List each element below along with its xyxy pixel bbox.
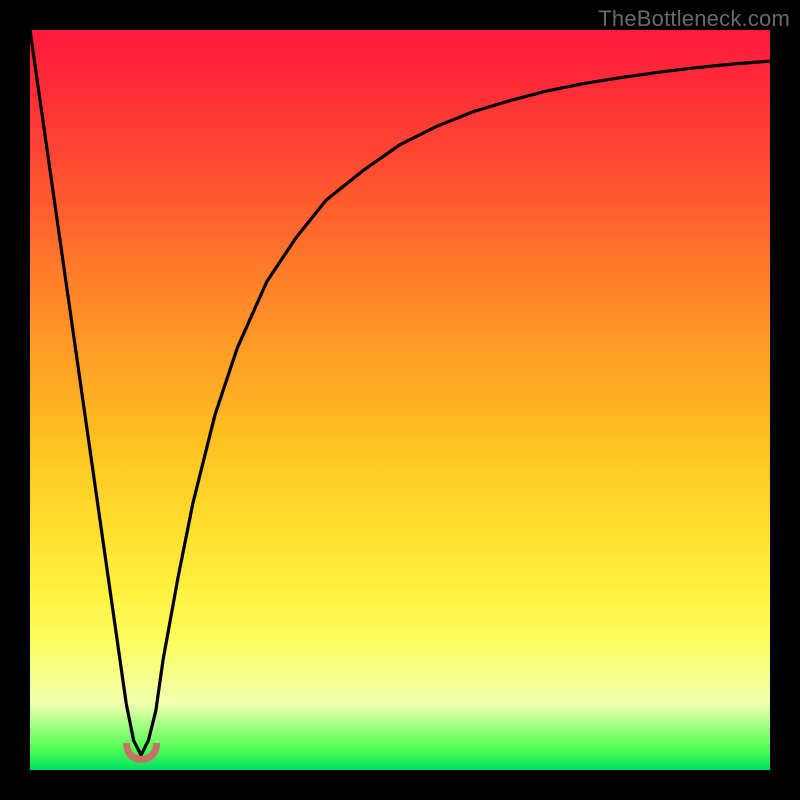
watermark-text: TheBottleneck.com [598, 6, 790, 32]
plot-area [30, 30, 770, 770]
bottleneck-curve [30, 30, 770, 770]
chart-frame: TheBottleneck.com [0, 0, 800, 800]
